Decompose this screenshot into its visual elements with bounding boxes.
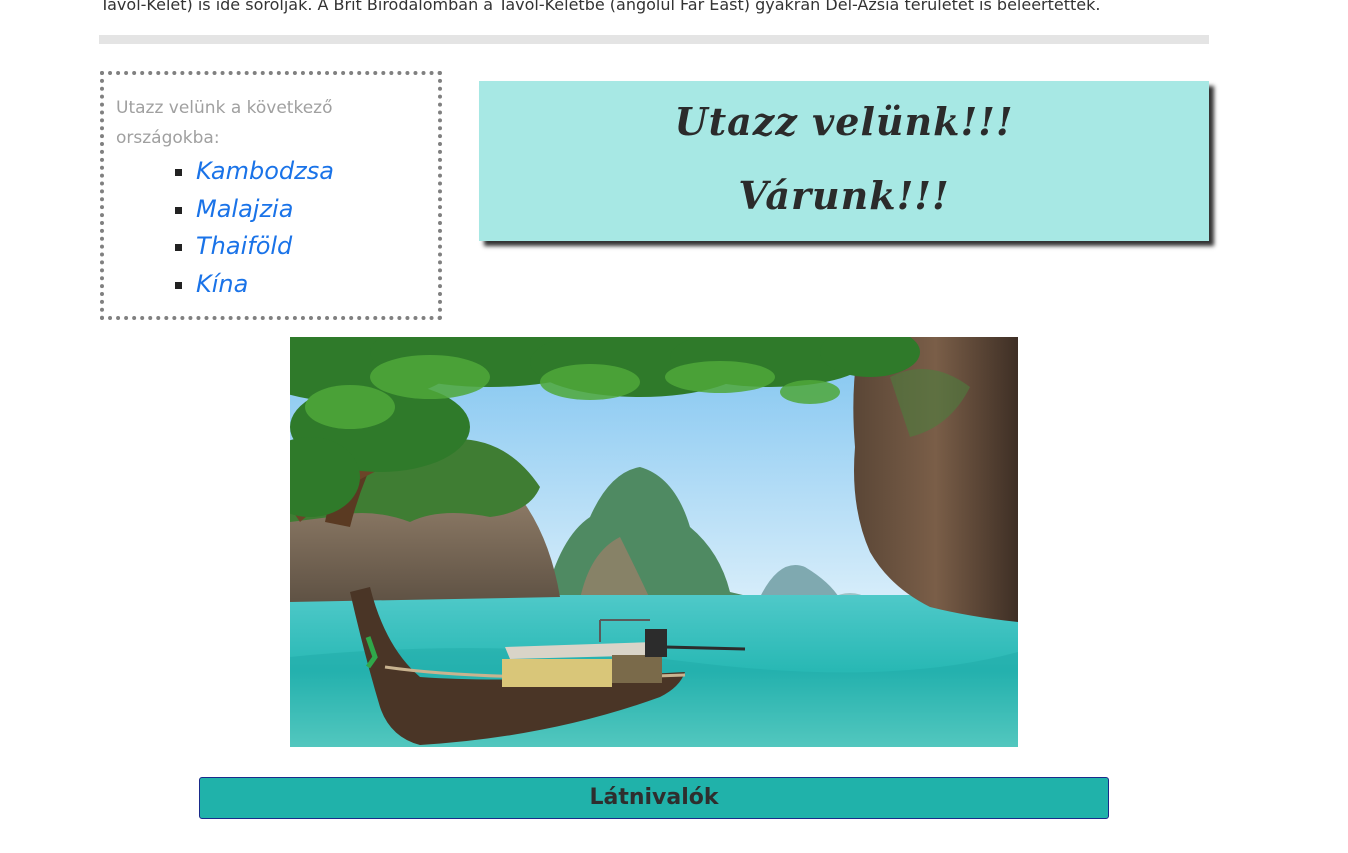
country-list-intro: Utazz velünk a következő országokba: [116, 98, 333, 148]
sights-button[interactable]: Látnivalók [199, 777, 1109, 819]
country-link-kina[interactable]: Kína [196, 270, 248, 298]
banner-subheadline: Várunk!!! [738, 173, 950, 218]
list-item: Kambodzsa [196, 153, 428, 191]
country-link-kambodzsa[interactable]: Kambodzsa [196, 157, 334, 185]
list-item: Malajzia [196, 191, 428, 229]
intro-paragraph: Távol-Kelet) is ide sorolják. A Brit Bir… [100, 0, 1101, 14]
list-item: Kína [196, 266, 428, 304]
list-item: Thaiföld [196, 228, 428, 266]
country-list: Kambodzsa Malajzia Thaiföld Kína [116, 153, 428, 303]
section-divider [99, 35, 1209, 44]
promo-banner: Utazz velünk!!! Várunk!!! [479, 81, 1209, 241]
country-link-thaifold[interactable]: Thaiföld [196, 232, 292, 260]
country-link-malajzia[interactable]: Malajzia [196, 195, 293, 223]
banner-headline: Utazz velünk!!! [674, 99, 1014, 144]
country-list-box: Utazz velünk a következő országokba: Kam… [100, 71, 442, 320]
destination-photo [290, 337, 1018, 747]
